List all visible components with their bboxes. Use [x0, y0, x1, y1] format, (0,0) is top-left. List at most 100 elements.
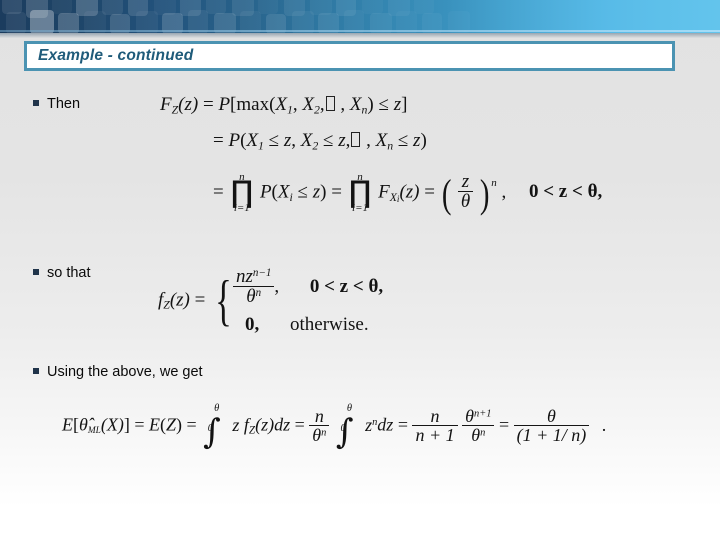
eq2-comma-3: ,	[366, 130, 371, 151]
case2-value: 0,	[245, 314, 260, 335]
eq2-x1-sub: 1	[258, 139, 264, 153]
eq3-P: P	[259, 181, 272, 203]
eq-xn: X	[349, 94, 362, 115]
exp-arg-X: (X)	[100, 414, 124, 435]
right-paren-large: )	[479, 170, 490, 216]
eq2-leq-2: ≤	[323, 130, 334, 151]
exp-period: .	[601, 414, 607, 435]
eq-z: z	[393, 94, 402, 115]
frac1-denominator: θn	[309, 424, 330, 444]
exp-Z: Z	[165, 414, 176, 435]
header-banner	[0, 0, 720, 33]
exp-subscript-ML: ML	[87, 426, 101, 437]
bullet-label: Then	[47, 96, 81, 112]
integral1-upper-limit: θ	[214, 402, 220, 414]
fraction-n-over-theta-n: n θn	[309, 405, 330, 444]
eq2-leq-1: ≤	[268, 130, 280, 151]
page-title: Example - continued	[38, 47, 194, 64]
eq3-comma: ,	[501, 181, 507, 203]
case2-condition: otherwise.	[290, 314, 369, 335]
eq-P: P	[218, 94, 231, 115]
eq2-comma-1: ,	[291, 130, 296, 151]
fraction-denominator: θ	[457, 191, 474, 211]
exp-equals-5: =	[498, 414, 510, 435]
frac1-numerator: n	[314, 405, 324, 426]
exp-close-paren: )	[175, 414, 182, 435]
eq2-xn: X	[375, 130, 388, 151]
eq-x1: X	[275, 94, 288, 115]
integral2-lower-limit: 0	[340, 422, 346, 434]
exp-dz2: dz	[377, 414, 394, 435]
product-operator-1: n ∏ i=1	[230, 171, 253, 214]
missing-glyph-box-icon	[351, 132, 361, 147]
frac3-numerator: θn+1	[465, 405, 492, 426]
square-bullet-icon	[33, 368, 39, 374]
case1-numerator: nzn−1	[236, 265, 272, 287]
eq3-range-condition: 0 < z < θ,	[528, 181, 603, 203]
piecewise-cases: { nzn−1 θn , 0 < z < θ, 0, otherwise.	[210, 265, 384, 335]
eq2-equals: =	[213, 130, 224, 151]
eq2-P: P	[228, 130, 241, 151]
frac2-numerator: n	[430, 405, 440, 426]
cases-stack: nzn−1 θn , 0 < z < θ, 0, otherwise.	[233, 265, 384, 335]
banner-drop-shadow	[0, 33, 720, 38]
eq3-z: z	[312, 181, 321, 203]
case1-condition: 0 < z < θ,	[309, 275, 384, 297]
integral1-lower-limit: 0	[207, 422, 213, 434]
pdf-f-arg: (z)	[169, 289, 190, 311]
eq2-x1: X	[246, 130, 259, 151]
frac3-denominator: θn	[462, 424, 495, 444]
eq2-close-paren: )	[420, 130, 427, 151]
equation-pdf-piecewise: fZ(z) = { nzn−1 θn , 0 < z < θ, 0, other…	[158, 265, 384, 335]
power-expression-z-over-theta: ( z θ ) n	[440, 170, 497, 216]
exp-close-bracket: ]	[123, 414, 130, 435]
eq3-equals-1: =	[213, 181, 224, 203]
fraction-numerator: z	[461, 171, 470, 193]
eq-comma-3: ,	[340, 94, 346, 115]
bullet-item-then: Then	[33, 96, 80, 112]
bullet-label: Using the above, we get	[47, 364, 203, 380]
eq3-F-arg: (z)	[399, 181, 420, 203]
missing-glyph-box-icon	[325, 96, 335, 111]
exp-E2: E	[148, 414, 160, 435]
fraction-n-over-n-plus-1: n n + 1	[412, 405, 458, 444]
exp-equals-3: =	[294, 414, 305, 435]
left-paren-large: (	[441, 170, 452, 216]
frac4-numerator: θ	[547, 405, 556, 426]
eq2-x2: X	[300, 130, 313, 151]
case1-denominator: θn	[233, 285, 275, 306]
integral-2: ∫ θ 0	[335, 402, 354, 452]
eq-comma-1: ,	[292, 94, 298, 115]
eq-F: F	[160, 94, 172, 115]
exp-E1: E	[62, 414, 73, 435]
eq3-F: F	[378, 181, 390, 203]
equation-cdf-line2: = P(X1 ≤ z, X2 ≤ z, , Xn ≤ z)	[213, 130, 427, 153]
eq2-comma-2: ,	[345, 130, 351, 151]
product-lower-limit: i=1	[233, 201, 250, 214]
exp-equals-1: =	[134, 414, 145, 435]
eq-leq: ≤	[378, 94, 389, 115]
exp-equals-2: =	[186, 414, 197, 435]
banner-gradient-overlay	[0, 0, 720, 33]
fraction-theta-over-one-plus-one-over-n: θ (1 + 1/ n)	[513, 405, 590, 444]
eq3-leq: ≤	[297, 181, 308, 203]
exp-theta-hat: θ̂	[79, 414, 88, 435]
bullet-item-using-the-above: Using the above, we get	[33, 364, 203, 380]
eq3-equals-2: =	[331, 181, 342, 203]
exp-dz: dz	[274, 414, 291, 435]
fraction-nz-over-theta-n: nzn−1 θn	[233, 265, 275, 306]
power-exponent-n: n	[491, 176, 497, 189]
eq-close-bracket: ]	[401, 94, 408, 115]
case-row-first: nzn−1 θn , 0 < z < θ,	[233, 265, 384, 307]
slide: Example - continued Then FZ(z) = P[max(X…	[0, 0, 720, 540]
square-bullet-icon	[33, 100, 39, 106]
left-brace-icon: {	[215, 269, 232, 332]
integral2-upper-limit: θ	[346, 402, 352, 414]
exp-z: z	[232, 414, 240, 435]
product-glyph-icon: ∏	[348, 174, 372, 210]
equation-cdf-line3: = n ∏ i=1 P(Xi ≤ z) = n ∏ i=1 FXi(z) = (…	[213, 170, 603, 216]
eq2-x2-sub: 2	[312, 139, 319, 153]
equation-expectation: E[θ̂ML(X)] = E(Z) = ∫ θ 0 z fZ(z)dz = n …	[62, 402, 607, 452]
eq-comma-2: ,	[319, 94, 325, 115]
bullet-label: so that	[47, 265, 91, 281]
